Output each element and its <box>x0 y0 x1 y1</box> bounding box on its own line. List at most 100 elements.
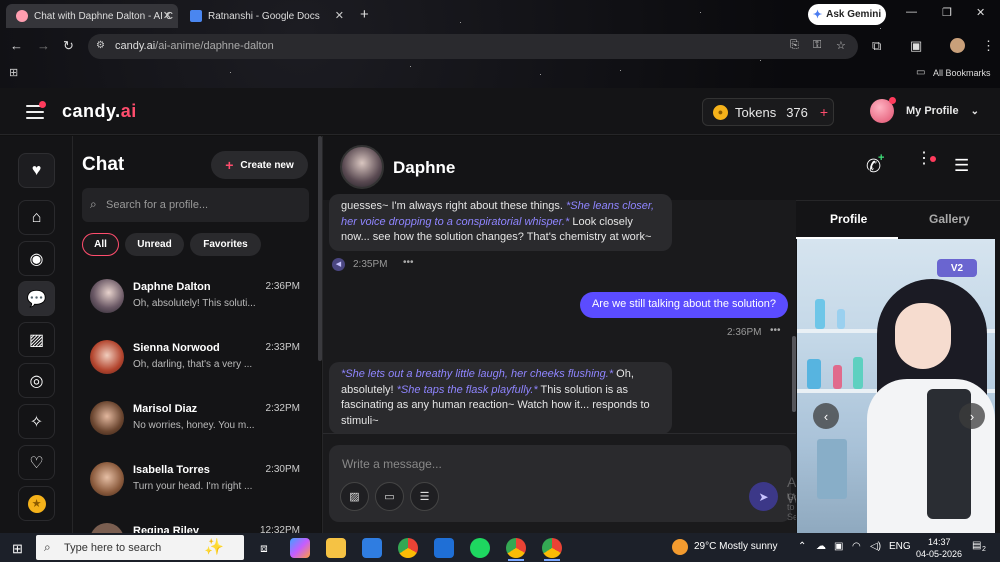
lab-flask <box>815 299 825 329</box>
language-indicator[interactable]: ENG <box>889 541 911 552</box>
add-tokens-icon[interactable]: + <box>820 104 828 120</box>
collapse-panel-icon[interactable]: ☰ <box>954 156 969 176</box>
close-window-icon[interactable]: ✕ <box>976 6 985 19</box>
extensions-icon[interactable]: ⧉ <box>872 38 881 54</box>
clock-time[interactable]: 14:37 <box>928 537 951 547</box>
avatar <box>90 279 124 313</box>
copilot-icon[interactable] <box>290 538 310 558</box>
file-explorer-icon[interactable] <box>326 538 346 558</box>
filter-favorites[interactable]: Favorites <box>190 233 261 256</box>
message-more-button[interactable]: ••• <box>770 325 781 336</box>
windows-start-icon[interactable]: ⊞ <box>12 541 23 557</box>
browser-tab-docs[interactable]: Ratnanshi - Google Docs ✕ <box>186 4 350 28</box>
tokens-button[interactable]: ● Tokens 376 + <box>702 98 834 126</box>
task-view-icon[interactable]: ⧈ <box>254 538 274 558</box>
conversation-time: 2:30PM <box>265 464 300 475</box>
store-icon[interactable] <box>362 538 382 558</box>
restore-icon[interactable]: ❐ <box>942 6 952 19</box>
clock-date[interactable]: 04-05-2026 <box>916 549 962 559</box>
windows-watermark-sub: Go to Se <box>787 492 796 522</box>
taskbar-search[interactable]: ⌕ Type here to search ✨ <box>36 535 244 560</box>
user-message: Are we still talking about the solution? <box>580 292 788 318</box>
install-app-icon[interactable]: ⎘ <box>790 39 799 52</box>
gallery-button[interactable]: ▨ <box>18 322 55 357</box>
conversation-item[interactable]: Marisol Diaz 2:32PM No worries, honey. Y… <box>73 394 308 450</box>
audio-play-icon[interactable]: ◀ <box>332 258 345 271</box>
message-input[interactable] <box>342 455 742 473</box>
site-info-icon[interactable]: ⚙ <box>96 40 105 51</box>
premium-button[interactable]: ★ <box>18 486 55 521</box>
search-icon: ⌕ <box>44 540 51 554</box>
apps-grid-icon[interactable]: ⊞ <box>9 66 18 79</box>
chat-bubble-icon: 💬 <box>26 290 47 308</box>
chevron-up-icon[interactable]: ⌃ <box>798 541 806 552</box>
lab-flask <box>807 359 821 389</box>
chat-button[interactable]: 💬 <box>18 281 55 316</box>
new-tab-button[interactable]: + <box>360 6 369 23</box>
magic-wand-icon: ✧ <box>29 413 44 431</box>
generate-button[interactable]: ◎ <box>18 363 55 398</box>
address-bar[interactable]: ⚙ candy.ai/ai-anime/daphne-dalton ⎘ ⚿ ☆ <box>88 34 858 59</box>
filter-all[interactable]: All <box>82 233 119 256</box>
account-avatar[interactable] <box>950 38 965 53</box>
image-icon: ▨ <box>349 491 360 503</box>
gallery-next-button[interactable]: › <box>959 403 985 429</box>
settings-sliders-button[interactable]: ☰ <box>410 482 439 511</box>
weather-icon[interactable] <box>672 539 688 555</box>
chat-list-panel: Chat + Create new ⌕ All Unread Favorites… <box>73 136 321 533</box>
search-input[interactable] <box>106 196 301 214</box>
notifications-icon[interactable]: ▤ <box>972 540 981 551</box>
conversation-item[interactable]: Sienna Norwood 2:33PM Oh, darling, that'… <box>73 333 308 389</box>
minimize-icon[interactable]: — <box>906 6 917 18</box>
conversation-item[interactable]: Regina Riley 12:32PM <box>73 516 308 533</box>
my-profile-button[interactable]: My Profile ⌄ <box>870 97 979 125</box>
meet-icon[interactable]: ▣ <box>834 541 843 552</box>
all-bookmarks-link[interactable]: All Bookmarks <box>933 68 991 78</box>
chrome-profile-icon[interactable] <box>542 538 562 558</box>
avatar[interactable] <box>340 145 384 189</box>
close-icon[interactable]: ✕ <box>335 9 344 22</box>
my-ai-button[interactable]: ♡ <box>18 445 55 480</box>
cloud-icon[interactable]: ☁ <box>816 541 826 552</box>
tab-gallery[interactable]: Gallery <box>929 212 970 226</box>
message-more-button[interactable]: ••• <box>403 257 414 268</box>
explore-button[interactable]: ◉ <box>18 241 55 276</box>
version-badge: V2 <box>937 259 977 277</box>
create-new-button[interactable]: + Create new <box>211 151 308 179</box>
cast-icon[interactable]: ▣ <box>910 38 922 54</box>
chrome-icon[interactable] <box>398 538 418 558</box>
home-button[interactable]: ⌂ <box>18 200 55 235</box>
ask-gemini-button[interactable]: ✦ Ask Gemini <box>808 4 886 25</box>
gallery-prev-button[interactable]: ‹ <box>813 403 839 429</box>
conversation-item[interactable]: Isabella Torres 2:30PM Turn your head. I… <box>73 455 308 511</box>
spotify-icon[interactable] <box>470 538 490 558</box>
forward-icon[interactable]: → <box>37 38 50 53</box>
conversation-time: 2:36PM <box>265 281 300 292</box>
back-icon[interactable]: ← <box>10 38 23 53</box>
speaker-icon[interactable]: ◁) <box>870 541 881 552</box>
tab-profile[interactable]: Profile <box>830 212 867 226</box>
video-request-button[interactable]: ▭ <box>375 482 404 511</box>
sliders-icon: ☰ <box>419 491 430 503</box>
menu-kebab-icon[interactable]: ⋮ <box>982 38 995 54</box>
close-icon[interactable]: ✕ <box>163 9 172 22</box>
wifi-icon[interactable]: ◠ <box>852 541 861 552</box>
outlook-icon[interactable] <box>434 538 454 558</box>
send-button[interactable]: ➤ <box>749 482 778 511</box>
filter-unread[interactable]: Unread <box>125 233 184 256</box>
browser-tab-chat[interactable]: Chat with Daphne Dalton - AI C ✕ <box>6 4 178 28</box>
password-key-icon[interactable]: ⚿ <box>813 39 821 52</box>
chrome-profile-icon[interactable] <box>506 538 526 558</box>
ask-gemini-label: Ask Gemini <box>826 9 882 20</box>
favorites-heart-button[interactable]: ♥ <box>18 153 55 188</box>
weather-text[interactable]: 29°C Mostly sunny <box>694 541 777 552</box>
bookmark-star-icon[interactable]: ☆ <box>836 39 846 52</box>
character-name: Daphne <box>393 158 456 177</box>
magic-button[interactable]: ✧ <box>18 404 55 439</box>
phone-call-icon[interactable]: ✆ + <box>866 152 884 177</box>
candy-logo[interactable]: candy.ai <box>62 101 137 122</box>
tokens-label: Tokens <box>735 104 777 120</box>
reload-icon[interactable]: ↻ <box>63 38 74 54</box>
conversation-item[interactable]: Daphne Dalton 2:36PM Oh, absolutely! Thi… <box>73 272 308 328</box>
image-request-button[interactable]: ▨ <box>340 482 369 511</box>
